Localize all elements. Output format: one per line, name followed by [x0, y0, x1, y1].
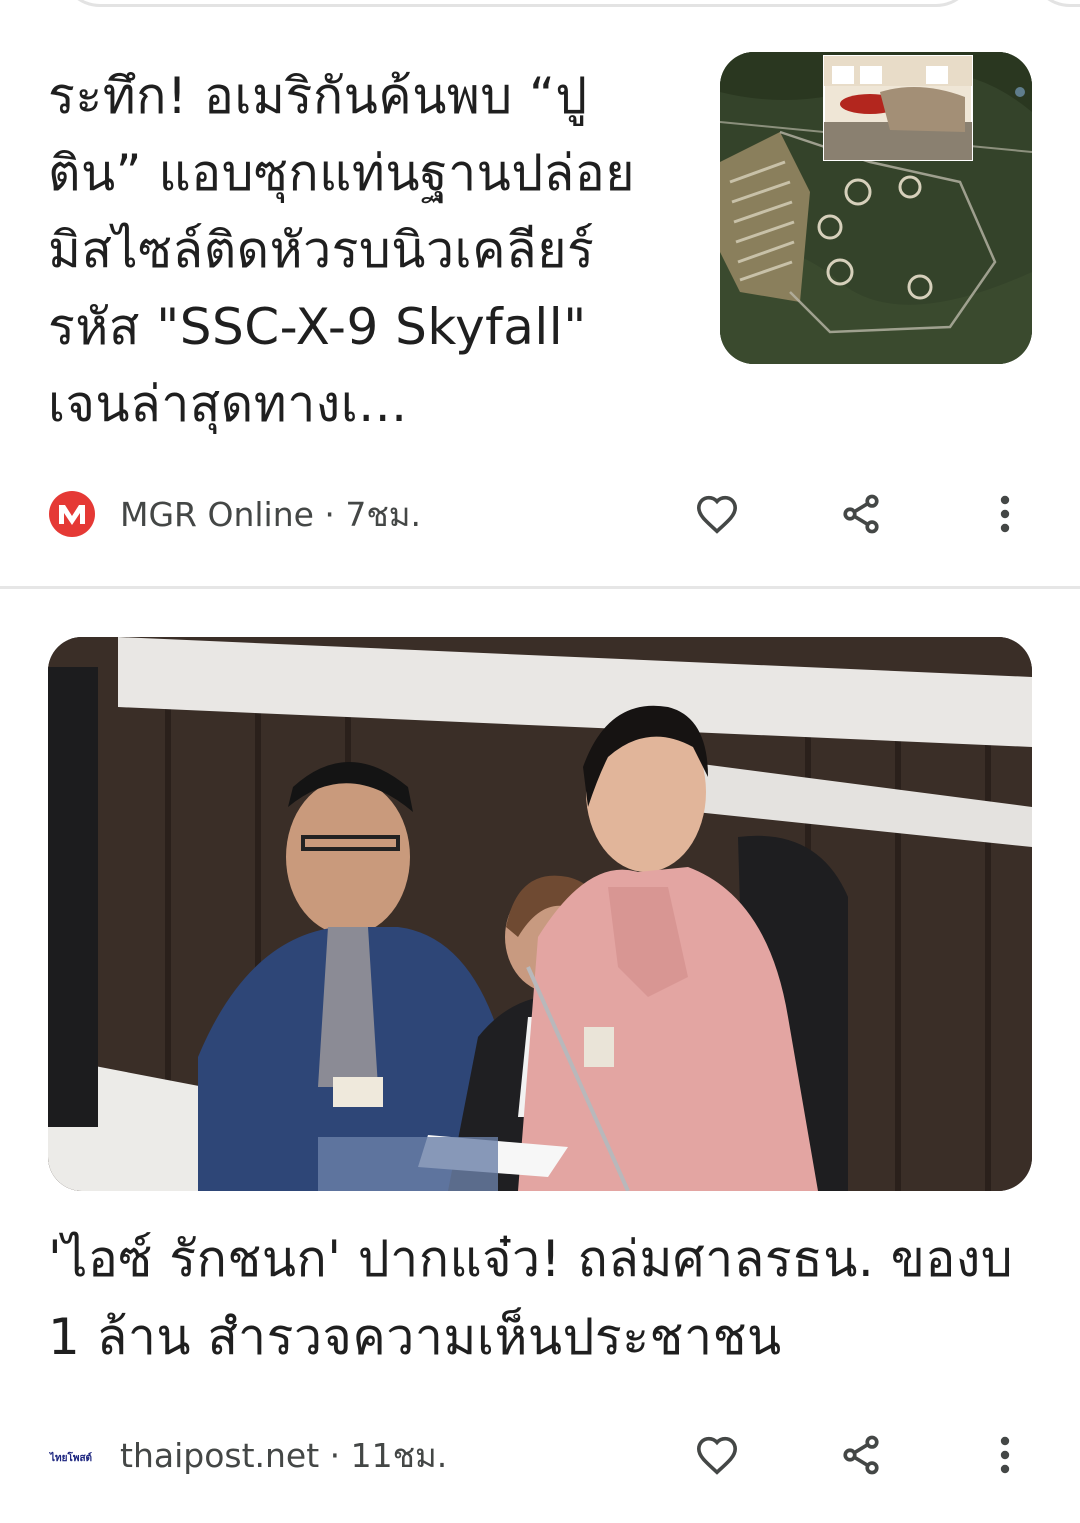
- share-icon: [843, 494, 879, 534]
- parliament-photo: [48, 637, 1032, 1191]
- more-vert-icon: [1000, 1436, 1010, 1474]
- share-icon: [843, 1435, 879, 1475]
- like-button[interactable]: [689, 1427, 745, 1483]
- share-button[interactable]: [833, 486, 889, 542]
- more-options-button[interactable]: [977, 1427, 1033, 1483]
- heart-outline-icon: [696, 1436, 738, 1475]
- news-feed: ระทึก! อเมริกันค้นพบ “ปูติน” แอบซุกแท่นฐ…: [0, 0, 1080, 1523]
- headline[interactable]: ระทึก! อเมริกันค้นพบ “ปูติน” แอบซุกแท่นฐ…: [48, 58, 678, 443]
- share-button[interactable]: [833, 1427, 889, 1483]
- hero-image[interactable]: [48, 637, 1032, 1191]
- news-card-2[interactable]: 'ไอซ์ รักชนก' ปากแจ๋ว! ถล่มศาลรธน. ของบ …: [0, 590, 1080, 1523]
- news-card-1[interactable]: ระทึก! อเมริกันค้นพบ “ปูติน” แอบซุกแท่นฐ…: [0, 0, 1080, 586]
- thumbnail-image[interactable]: [720, 52, 1032, 364]
- satellite-map-image: [720, 52, 1032, 364]
- card-divider: [0, 586, 1080, 589]
- like-button[interactable]: [689, 486, 745, 542]
- headline[interactable]: 'ไอซ์ รักชนก' ปากแจ๋ว! ถล่มศาลรธน. ของบ …: [48, 1220, 1038, 1376]
- more-options-button[interactable]: [977, 486, 1033, 542]
- heart-outline-icon: [696, 495, 738, 534]
- more-vert-icon: [1000, 495, 1010, 533]
